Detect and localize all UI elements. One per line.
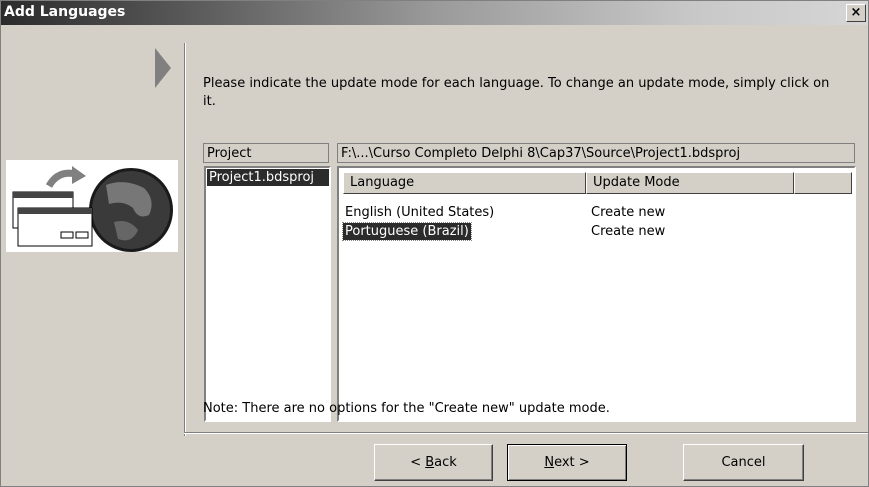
close-icon: × [850,5,862,20]
wizard-side-panel [1,26,184,486]
close-button[interactable]: × [846,4,866,22]
add-languages-dialog: Add Languages × Please indicate the upda… [0,0,869,487]
update-mode-column-header[interactable]: Update Mode [586,172,794,194]
title-bar[interactable]: Add Languages × [1,1,868,25]
update-mode-value[interactable]: Create new [591,223,665,240]
project-path-header: F:\...\Curso Completo Delphi 8\Cap37\Sou… [337,143,855,163]
back-button[interactable]: < Back [374,444,493,481]
update-mode-value[interactable]: Create new [591,204,665,221]
back-accel: B [425,455,435,470]
language-list[interactable]: Language Update Mode English (United Sta… [337,166,856,422]
note-text: Note: There are no options for the "Crea… [203,401,610,416]
back-rest: ack [434,455,457,470]
language-column-header[interactable]: Language [343,172,586,194]
language-name: Portuguese (Brazil) [342,222,472,241]
back-prefix: < [410,455,426,470]
empty-column-header [794,172,852,194]
instruction-text: Please indicate the update mode for each… [203,76,830,109]
cancel-button[interactable]: Cancel [683,444,804,481]
language-name: English (United States) [345,205,495,220]
project-list-item[interactable]: Project1.bdsproj [207,169,329,186]
next-rest: ext > [554,455,590,470]
wizard-globe-image [6,160,178,252]
project-list[interactable]: Project1.bdsproj [204,166,331,422]
project-column-header: Project [203,143,329,163]
vertical-divider [184,43,186,436]
wizard-arrow-icon [155,48,171,88]
horizontal-divider [184,432,868,434]
next-accel: N [544,455,555,470]
next-button[interactable]: Next > [507,444,627,481]
window-title: Add Languages [4,4,126,20]
